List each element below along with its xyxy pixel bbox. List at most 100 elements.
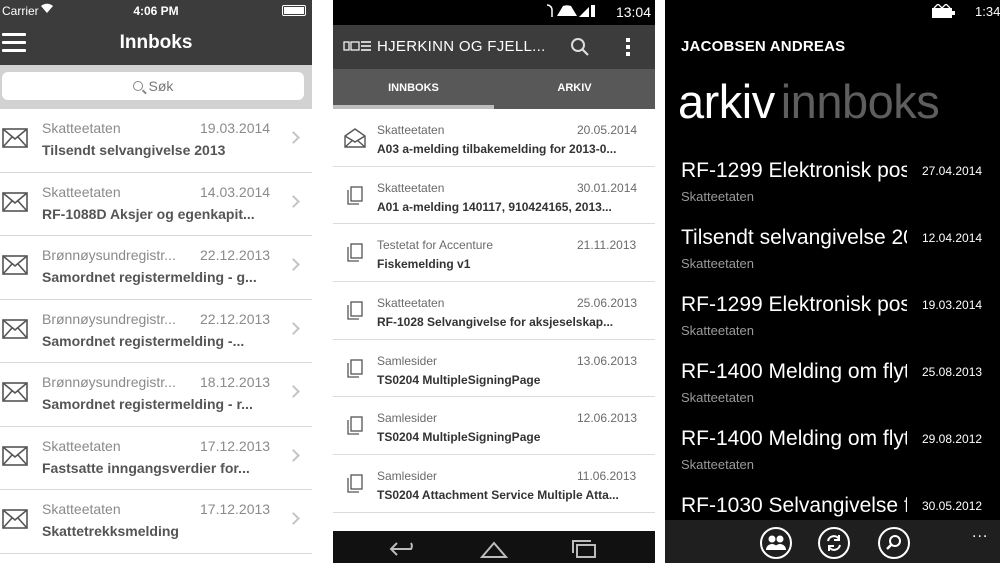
message-date: 19.03.2014	[200, 120, 271, 136]
home-icon[interactable]	[479, 539, 509, 559]
message-subject: Tilsendt selvangivelse 2013	[681, 226, 907, 249]
message-row[interactable]: Skatteetaten 17.12.2013 Fastsatte inngan…	[0, 427, 312, 490]
message-subject: TS0204 MultipleSigningPage	[377, 372, 541, 387]
message-row[interactable]: Brønnøysundregistr... 18.12.2013 Samordn…	[0, 363, 312, 427]
message-row[interactable]: Samlesider 13.06.2013 TS0204 MultipleSig…	[333, 340, 655, 398]
battery-icon	[282, 5, 306, 16]
message-subject: Fiskemelding v1	[377, 257, 471, 272]
signal-wifi-battery-icons	[543, 3, 595, 22]
message-date: 22.12.2013	[200, 247, 271, 263]
android-app-screen: 13:04 HJERKINN OG FJELL... INNBOKS ARKIV…	[333, 0, 655, 563]
more-options-icon[interactable]: ...	[972, 524, 988, 542]
message-row[interactable]: RF-1400 Melding om flytting Skatteetaten…	[665, 423, 1000, 490]
chevron-right-icon	[287, 194, 300, 208]
message-date: 27.04.2014	[922, 164, 983, 178]
message-date: 17.12.2013	[200, 501, 271, 517]
message-subject: A01 a-melding 140117, 910424165, 2013...	[377, 199, 612, 214]
wp-status-bar: 1:34	[665, 0, 1000, 24]
overflow-menu-icon[interactable]	[623, 36, 633, 58]
message-subject: A03 a-melding tilbakemelding for 2013-0.…	[377, 142, 617, 156]
message-row[interactable]: RF-1299 Elektronisk post Skatteetaten 19…	[665, 289, 1000, 356]
message-row[interactable]: Tilsendt selvangivelse 2013 Skatteetaten…	[665, 222, 1000, 289]
message-row[interactable]: Skatteetaten 14.03.2014 RF-1088D Aksjer …	[0, 173, 312, 236]
people-icon[interactable]	[760, 527, 792, 559]
app-title: HJERKINN OG FJELL...	[377, 38, 546, 55]
message-sender: Skatteetaten	[42, 437, 121, 454]
battery-icon	[932, 4, 955, 18]
windows-phone-app-screen: 1:34 JACOBSEN ANDREAS arkiv innboks RF-12…	[665, 0, 1000, 563]
envelope-icon	[2, 318, 28, 339]
envelope-icon	[2, 382, 28, 402]
message-subject: RF-1028 Selvangivelse for aksjeselskap..…	[377, 315, 614, 330]
message-row[interactable]: Brønnøysundregistr... 22.12.2013 Samordn…	[0, 300, 312, 363]
message-sender: Brønnøysundregistr...	[42, 374, 176, 390]
recent-apps-icon[interactable]	[569, 539, 599, 559]
message-sender: Testetat for Accenture	[377, 238, 494, 253]
message-subject: RF-1400 Melding om flytting	[681, 360, 907, 383]
message-sender: Samlesider	[377, 469, 438, 484]
message-date: 11.06.2013	[577, 469, 637, 484]
page-title: Innboks	[119, 32, 193, 53]
pivot-arkiv[interactable]: arkiv	[678, 75, 775, 128]
tab-innboks[interactable]: INNBOKS	[333, 69, 494, 109]
document-icon	[347, 359, 363, 378]
message-row[interactable]: Skatteetaten 30.01.2014 A01 a-melding 14…	[333, 167, 655, 225]
message-subject: Samordnet registermelding - r...	[42, 396, 253, 412]
search-placeholder: Søk	[148, 78, 174, 94]
message-date: 12.06.2013	[577, 411, 638, 426]
search-icon[interactable]	[569, 36, 591, 58]
message-date: 25.08.2013	[922, 365, 983, 379]
message-row[interactable]: Testetat for Accenture 21.11.2013 Fiskem…	[333, 224, 655, 283]
back-icon[interactable]	[389, 539, 419, 559]
status-time: 13:04	[615, 4, 651, 20]
search-input[interactable]: Søk	[2, 72, 304, 100]
message-date: 19.03.2014	[922, 298, 983, 312]
refresh-icon[interactable]	[818, 527, 850, 559]
message-sender: Skatteetaten	[681, 457, 754, 472]
status-time: 1:34	[975, 4, 1000, 19]
message-row[interactable]: Skatteetaten 20.05.2014 A03 a-melding ti…	[333, 109, 655, 167]
ios-app-screen: Carrier 4:06 PM Innboks Søk Skatteetaten…	[0, 0, 312, 563]
message-sender: Skatteetaten	[377, 123, 445, 137]
message-date: 17.12.2013	[200, 437, 271, 454]
pivot-innboks[interactable]: innboks	[781, 75, 940, 128]
chevron-right-icon	[287, 131, 300, 144]
message-subject: RF-1030 Selvangivelse for	[681, 494, 907, 517]
android-action-bar: HJERKINN OG FJELL...	[333, 25, 655, 69]
message-subject: Skattetrekksmelding	[42, 523, 179, 539]
app-bar: ...	[665, 520, 1000, 563]
envelope-icon	[2, 128, 28, 148]
message-row[interactable]: Skatteetaten 19.03.2014 Tilsendt selvang…	[0, 109, 312, 173]
tab-arkiv[interactable]: ARKIV	[494, 69, 655, 109]
chevron-right-icon	[287, 512, 300, 525]
message-subject: TS0204 MultipleSigningPage	[377, 430, 541, 445]
message-subject: TS0204 Attachment Service Multiple Atta.…	[377, 488, 619, 503]
message-date: 30.05.2012	[922, 499, 983, 513]
message-subject: RF-1299 Elektronisk post	[681, 293, 907, 316]
envelope-icon	[2, 255, 28, 275]
chevron-right-icon	[287, 448, 300, 462]
user-name: JACOBSEN ANDREAS	[681, 38, 846, 55]
message-row[interactable]: Skatteetaten 25.06.2013 RF-1028 Selvangi…	[333, 282, 655, 340]
message-date: 13.06.2013	[577, 353, 638, 368]
message-sender: Brønnøysundregistr...	[42, 247, 176, 263]
message-row[interactable]: Samlesider 11.06.2013 TS0204 Attachment …	[333, 455, 655, 513]
app-logo-icon	[343, 41, 371, 51]
search-icon[interactable]	[878, 527, 910, 559]
message-row[interactable]: RF-1400 Melding om flytting Skatteetaten…	[665, 356, 1000, 423]
message-subject: RF-1400 Melding om flytting	[681, 427, 907, 450]
ios-navigation-bar: Innboks	[0, 21, 312, 65]
message-row[interactable]: RF-1299 Elektronisk post Skatteetaten 27…	[665, 155, 1000, 222]
message-row[interactable]: Samlesider 12.06.2013 TS0204 MultipleSig…	[333, 397, 655, 456]
message-sender: Brønnøysundregistr...	[42, 310, 176, 327]
message-subject: Fastsatte inngangsverdier for...	[42, 459, 250, 476]
message-sender: Skatteetaten	[42, 501, 121, 517]
pivot-header: arkiv innboks	[678, 74, 940, 129]
message-date: 12.04.2014	[922, 231, 983, 245]
message-sender: Skatteetaten	[377, 296, 445, 311]
message-row[interactable]: Skatteetaten 17.12.2013 Skattetrekksmeld…	[0, 490, 312, 554]
message-date: 18.12.2013	[200, 374, 271, 390]
message-row[interactable]: Brønnøysundregistr... 22.12.2013 Samordn…	[0, 236, 312, 300]
message-subject: Samordnet registermelding -...	[42, 332, 245, 349]
message-date: 14.03.2014	[200, 183, 271, 200]
